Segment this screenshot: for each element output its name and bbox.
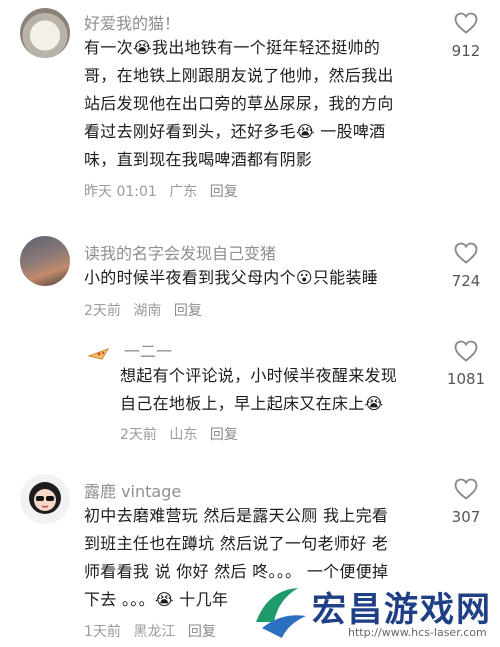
watermark: 宏昌游戏网 http://www.hcs-laser.com <box>248 582 498 644</box>
comment-meta: 2天前 山东 回复 <box>120 424 246 444</box>
like-count: 724 <box>451 272 481 290</box>
like-button[interactable]: 912 <box>436 12 496 60</box>
avatar[interactable] <box>20 8 70 58</box>
location: 湖南 <box>133 303 162 319</box>
like-count: 1081 <box>446 370 486 388</box>
reply-button[interactable]: 回复 <box>210 427 238 443</box>
comment-meta: 2天前 湖南 回复 <box>84 300 210 320</box>
like-count: 912 <box>451 42 481 60</box>
avatar[interactable] <box>20 474 70 524</box>
location: 山东 <box>169 427 198 443</box>
timestamp: 2天前 <box>120 427 157 443</box>
comment-line: 到班主任也在蹲坑 然后说了一句老师好 老 <box>84 534 389 553</box>
comment-text: 小的时候半夜看到我父母内个😮只能装睡 <box>84 264 378 292</box>
like-count: 307 <box>451 508 481 526</box>
comment-line: 味，直到现在我喝啤酒都有阴影 <box>84 150 313 169</box>
comment-line: 有一次😭我出地铁有一个挺年轻还挺帅的 <box>84 38 381 57</box>
reply-button[interactable]: 回复 <box>174 303 202 319</box>
watermark-url: http://www.hcs-laser.com <box>348 626 487 639</box>
heart-icon <box>454 340 478 362</box>
comment-line: 看过去刚好看到头，还好多毛😭 一股啤酒 <box>84 122 386 141</box>
timestamp: 昨天 01:01 <box>84 184 157 200</box>
watermark-brand: 宏昌游戏网 <box>312 590 492 630</box>
watermark-logo-icon <box>256 588 306 638</box>
pizza-icon <box>87 348 110 360</box>
like-button[interactable]: 1081 <box>436 340 496 388</box>
comment-line: 初中去磨难营玩 然后是露天公厕 我上完看 <box>84 506 389 525</box>
username[interactable]: 露鹿 vintage <box>84 478 181 502</box>
heart-icon <box>454 242 478 264</box>
heart-icon <box>454 12 478 34</box>
like-button[interactable]: 724 <box>436 242 496 290</box>
avatar[interactable] <box>84 336 114 366</box>
username[interactable]: 读我的名字会发现自己变猪 <box>84 240 276 264</box>
comment-line: 自己在地板上，早上起床又在床上😭 <box>120 394 384 413</box>
location: 黑龙江 <box>133 624 176 640</box>
comment-line: 哥，在地铁上刚跟朋友说了他帅，然后我出 <box>84 66 394 85</box>
like-button[interactable]: 307 <box>436 478 496 526</box>
comment-line: 站后发现他在出口旁的草丛尿尿，我的方向 <box>84 94 394 113</box>
comment-line: 小的时候半夜看到我父母内个😮只能装睡 <box>84 268 379 287</box>
girl-avatar-icon <box>29 482 61 514</box>
username[interactable]: 一二一 <box>124 338 172 362</box>
reply-button[interactable]: 回复 <box>188 624 216 640</box>
heart-icon <box>454 478 478 500</box>
timestamp: 1天前 <box>84 624 121 640</box>
comment-line: 想起有个评论说，小时候半夜醒来发现 <box>120 366 398 385</box>
timestamp: 2天前 <box>84 303 121 319</box>
comment-text: 有一次😭我出地铁有一个挺年轻还挺帅的 哥，在地铁上刚跟朋友说了他帅，然后我出 站… <box>84 34 394 174</box>
username[interactable]: 好爱我的猫！ <box>84 10 180 34</box>
location: 广东 <box>169 184 198 200</box>
avatar[interactable] <box>20 236 70 286</box>
comment-meta: 1天前 黑龙江 回复 <box>84 621 224 641</box>
comment-text: 想起有个评论说，小时候半夜醒来发现 自己在地板上，早上起床又在床上😭 <box>120 362 397 418</box>
reply-button[interactable]: 回复 <box>210 184 238 200</box>
comment-meta: 昨天 01:01 广东 回复 <box>84 181 246 201</box>
